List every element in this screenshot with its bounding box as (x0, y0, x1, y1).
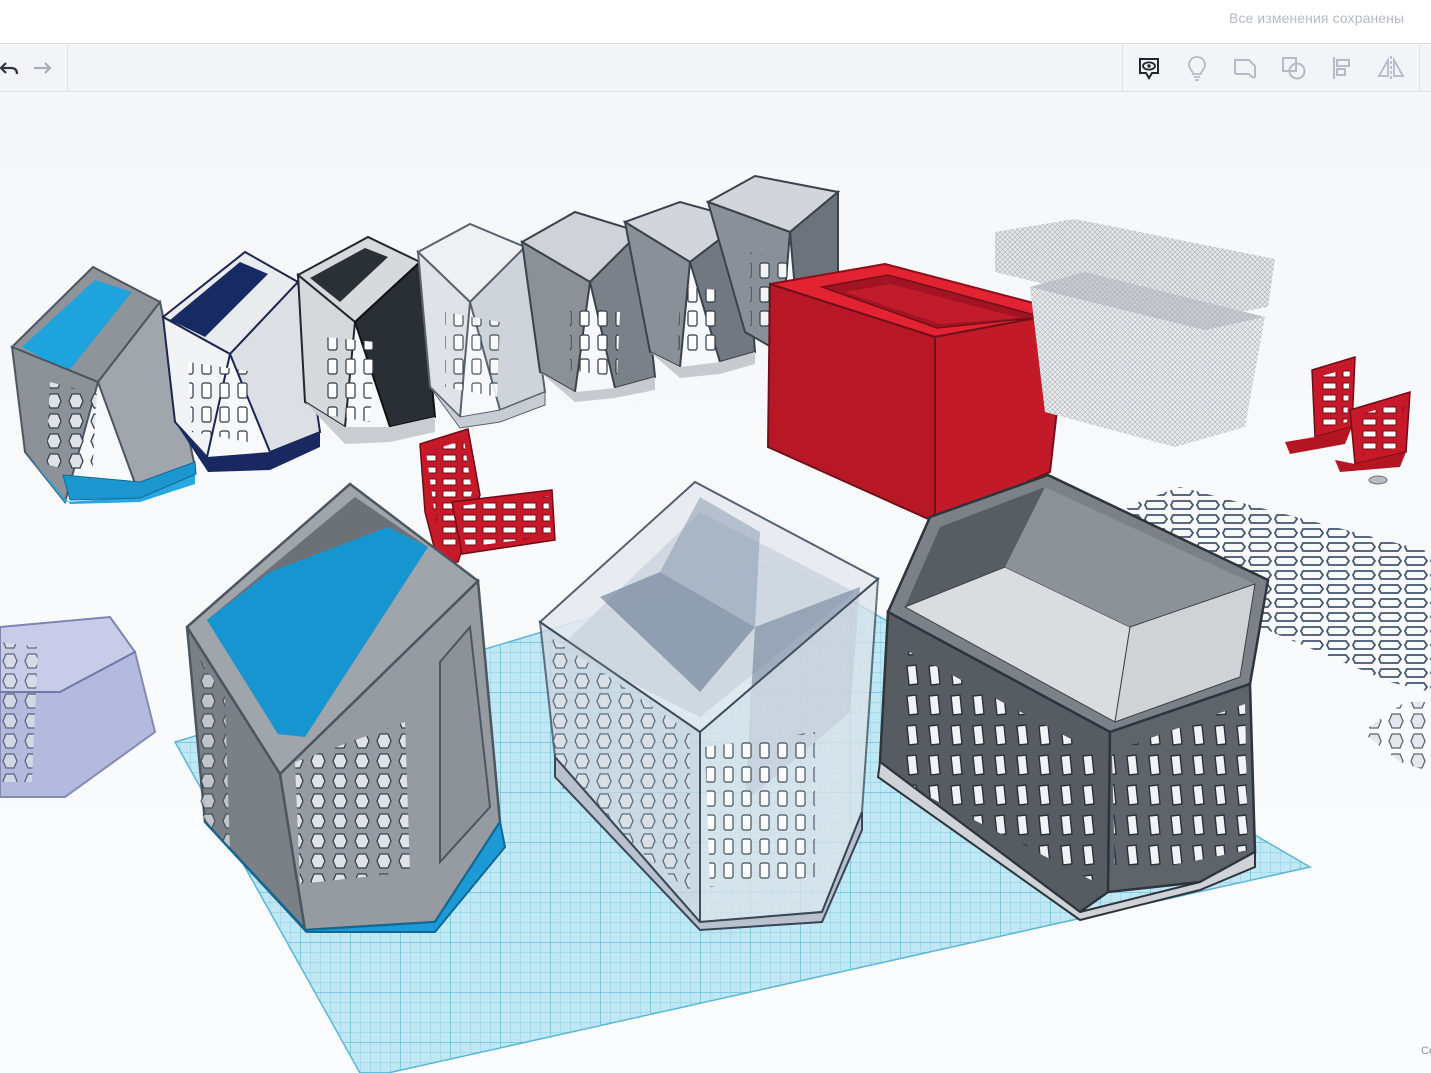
top-header: Все изменения сохранены (0, 0, 1431, 44)
redo-arrow-icon (34, 62, 52, 74)
hex-cluster-small[interactable] (1362, 702, 1431, 772)
mirror-button[interactable] (1368, 45, 1414, 91)
shape-tools-group (1122, 45, 1431, 91)
toolbar-divider (1419, 45, 1420, 91)
align-icon (1333, 57, 1350, 79)
black-hex-holder-small[interactable] (296, 235, 437, 444)
redo-button[interactable] (20, 45, 66, 91)
ungroup-button[interactable] (1271, 45, 1317, 91)
small-nuts[interactable] (1368, 475, 1388, 485)
group-icon (1234, 59, 1256, 79)
group-button[interactable] (1222, 45, 1268, 91)
red-panel-right-1[interactable] (1285, 355, 1356, 454)
navy-hex-holder-small[interactable] (161, 250, 322, 472)
save-status-text: Все изменения сохранены (1229, 10, 1405, 26)
align-button[interactable] (1320, 45, 1366, 91)
3d-workplane-viewport[interactable]: Се (0, 92, 1431, 1073)
toolbar-divider (67, 45, 68, 91)
light-bulb-button[interactable] (1174, 45, 1220, 91)
light-bulb-icon (1188, 56, 1206, 81)
lilac-hex-holder[interactable] (0, 615, 157, 798)
red-panel-horizontal[interactable] (451, 489, 556, 555)
undo-arrow-icon (0, 62, 19, 75)
edit-toolbar (0, 45, 1431, 92)
blue-hex-holder-small[interactable] (10, 265, 197, 505)
scene-canvas (0, 174, 1431, 1073)
show-all-button[interactable] (1126, 45, 1172, 91)
show-all-icon (1139, 58, 1159, 80)
corner-label: Се (1421, 1045, 1431, 1057)
mirror-icon (1377, 56, 1405, 80)
ungroup-icon (1282, 57, 1306, 80)
